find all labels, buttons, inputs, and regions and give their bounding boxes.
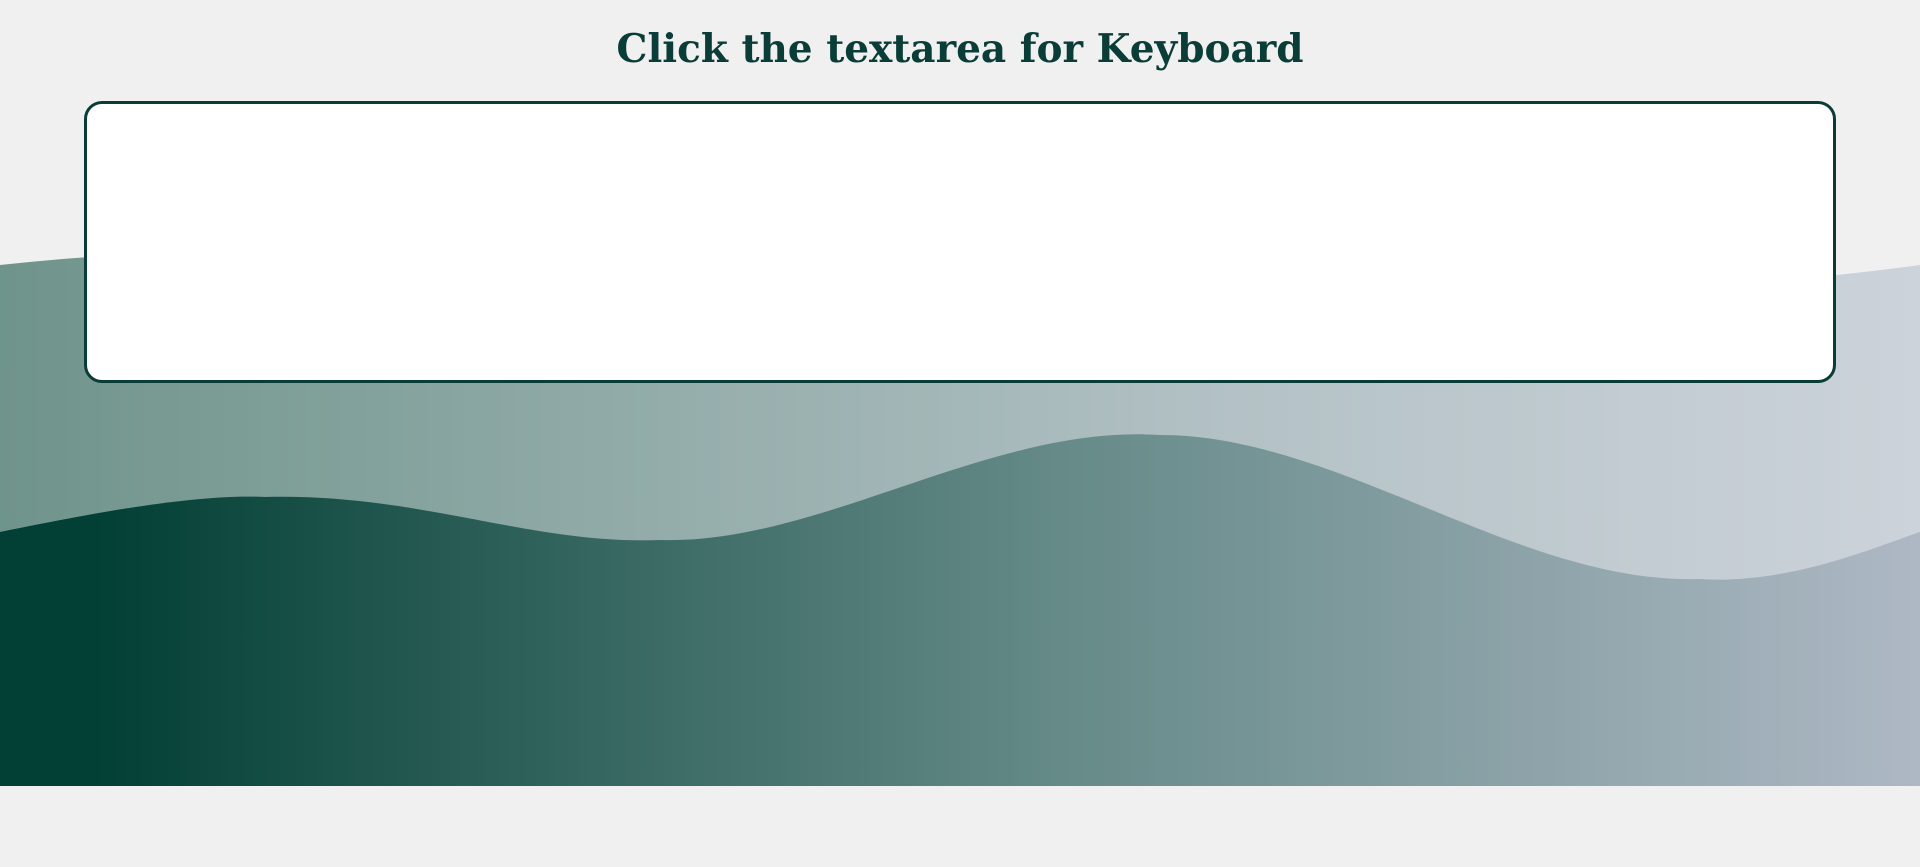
page-title: Click the textarea for Keyboard: [616, 26, 1304, 72]
page: Click the textarea for Keyboard: [0, 0, 1920, 867]
keyboard-textarea[interactable]: [84, 101, 1836, 383]
